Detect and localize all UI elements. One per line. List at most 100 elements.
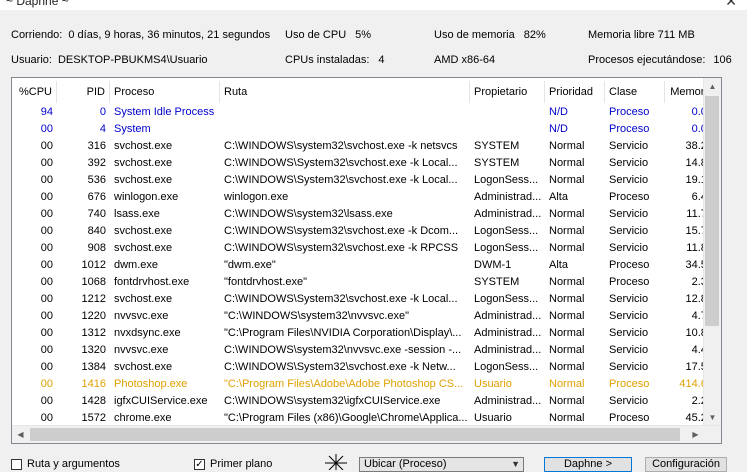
table-row[interactable]: 00 1212 svchost.exe C:\WINDOWS\System32\svc… [12, 291, 713, 308]
cell-cpu: 00 [40, 157, 53, 169]
cell-priority: Normal [549, 344, 585, 356]
cell-owner: LogonSess... [474, 293, 539, 305]
process-list-header: %CPU PID Proceso Ruta Propietario Priori… [12, 81, 713, 103]
cell-class: Proceso [609, 191, 650, 203]
topmost-checkbox[interactable]: ✓ [194, 459, 205, 470]
cell-process: System [114, 123, 151, 135]
table-row[interactable]: 004SystemN/DProceso0.00 [12, 121, 713, 138]
cell-process: svchost.exe [114, 157, 173, 169]
table-row[interactable]: 00 1220 nvvsvc.exe "C:\WINDOWS\system32\nvv… [12, 308, 713, 325]
cell-path: C:\WINDOWS\System32\svchost.exe -k Netw.… [224, 361, 456, 373]
table-row[interactable]: 00 1384 svchost.exe C:\WINDOWS\System32\svc… [12, 359, 713, 376]
column-header-priority[interactable]: Prioridad [545, 81, 605, 103]
processes-value: 106 [713, 54, 732, 66]
cell-process: System Idle Process [114, 106, 215, 118]
cell-class: Servicio [609, 208, 649, 220]
cell-process: svchost.exe [114, 242, 173, 254]
user-value: DESKTOP-PBUKMS4\Usuario [57, 54, 208, 66]
cell-path: C:\WINDOWS\system32\svchost.exe -k RPCSS [224, 242, 459, 254]
cell-class: Servicio [609, 140, 649, 152]
table-row[interactable]: 00 316 svchost.exe C:\WINDOWS\system32\svch… [12, 138, 713, 155]
scroll-up-icon[interactable]: ▲ [704, 78, 721, 95]
column-header-cpu[interactable]: %CPU [12, 81, 57, 103]
cell-class: Servicio [609, 174, 649, 186]
cell-path: C:\WINDOWS\system32\svchost.exe -k Dcom.… [224, 225, 459, 237]
cell-owner: Usuario [474, 378, 512, 390]
table-row[interactable]: 00 1312 nvxdsync.exe "C:\Program Files\NVID… [12, 325, 713, 342]
scroll-right-icon[interactable]: ▶ [687, 426, 704, 443]
cell-cpu: 00 [40, 259, 53, 271]
column-header-path[interactable]: Ruta [220, 81, 470, 103]
cell-cpu: 00 [40, 242, 53, 254]
title-bar: ~ Daphne ~ ✕ [0, 0, 747, 10]
cell-cpu: 00 [40, 276, 53, 288]
cell-cpu: 00 [40, 225, 53, 237]
cell-path: "C:\WINDOWS\system32\nvvsvc.exe" [224, 310, 410, 322]
vertical-scrollbar[interactable]: ▲ ▼ [703, 78, 721, 426]
user-label: Usuario: [11, 54, 52, 66]
cell-priority: Normal [549, 208, 585, 220]
table-row[interactable]: 00 1012 dwm.exe "dwm.exe" DWM-1 Alta Proceso 34… [12, 257, 713, 274]
table-row[interactable]: 00 1320 nvvsvc.exe C:\WINDOWS\system32\nvvs… [12, 342, 713, 359]
cell-priority: Alta [549, 259, 568, 271]
memory-usage-info: Uso de memoria 82% [434, 29, 546, 41]
uptime-info: Corriendo: 0 días, 9 horas, 36 minutos, 2… [11, 29, 270, 41]
cell-path: "fontdrvhost.exe" [224, 276, 308, 288]
cell-path: C:\WINDOWS\System32\svchost.exe -k Local… [224, 174, 458, 186]
free-memory-info: Memoria libre 711 MB [588, 29, 695, 41]
vertical-scroll-thumb[interactable] [705, 96, 719, 326]
cell-process: svchost.exe [114, 293, 173, 305]
cell-class: Servicio [609, 327, 649, 339]
cell-owner: SYSTEM [474, 140, 520, 152]
cell-class: Servicio [609, 242, 649, 254]
architecture-info: AMD x86-64 [434, 54, 496, 66]
process-list[interactable]: %CPU PID Proceso Ruta Propietario Priori… [11, 77, 722, 444]
cell-cpu: 00 [40, 327, 53, 339]
close-icon[interactable]: ✕ [725, 0, 737, 10]
cell-path: C:\WINDOWS\system32\nvvsvc.exe -session … [224, 344, 462, 356]
cell-cpu: 00 [40, 208, 53, 220]
cell-class: Servicio [609, 310, 649, 322]
table-row[interactable]: 00 908 svchost.exe C:\WINDOWS\system32\svch… [12, 240, 713, 257]
table-row[interactable]: 00 1416 Photoshop.exe "C:\Program Files\Ado… [12, 376, 713, 393]
cell-pid: 1012 [81, 259, 106, 271]
memory-usage-label: Uso de memoria [434, 29, 515, 41]
cell-cpu: 00 [40, 361, 53, 373]
cell-cpu: 00 [40, 344, 53, 356]
cell-path: "dwm.exe" [224, 259, 276, 271]
table-row[interactable]: 00 1068 fontdrvhost.exe "fontdrvhost.exe" SY… [12, 274, 713, 291]
cell-cpu: 00 [40, 140, 53, 152]
cell-class: Servicio [609, 361, 649, 373]
cpu-usage-label: Uso de CPU [285, 29, 347, 41]
route-args-label: Ruta y argumentos [27, 458, 120, 470]
table-row[interactable]: 00 840 svchost.exe C:\WINDOWS\system32\svch… [12, 223, 713, 240]
cell-process: svchost.exe [114, 361, 173, 373]
horizontal-scroll-thumb[interactable] [30, 428, 680, 441]
column-header-owner[interactable]: Propietario [470, 81, 545, 103]
route-args-checkbox[interactable] [11, 459, 22, 470]
cell-path: "C:\Program Files\Adobe\Adobe Photoshop … [224, 378, 464, 390]
cell-owner: SYSTEM [474, 157, 520, 169]
cell-path: C:\WINDOWS\System32\svchost.exe -k Local… [224, 293, 458, 305]
table-row[interactable]: 00 740 lsass.exe C:\WINDOWS\system32\lsass.… [12, 206, 713, 223]
locate-mode-value: Ubicar (Proceso) [364, 458, 447, 470]
scroll-down-icon[interactable]: ▼ [704, 409, 721, 426]
table-row[interactable]: 940System Idle ProcessN/DProceso0.00 [12, 104, 713, 121]
table-row[interactable]: 00 536 svchost.exe C:\WINDOWS\System32\svch… [12, 172, 713, 189]
crosshair-icon[interactable] [325, 454, 347, 470]
column-header-pid[interactable]: PID [57, 81, 110, 103]
column-header-class[interactable]: Clase [605, 81, 665, 103]
scroll-left-icon[interactable]: ◀ [12, 426, 29, 443]
table-row[interactable]: 00 392 svchost.exe C:\WINDOWS\System32\svch… [12, 155, 713, 172]
table-row[interactable]: 00 1428 igfxCUIService.exe C:\WINDOWS\syste… [12, 393, 713, 410]
cpu-usage-info: Uso de CPU 5% [285, 29, 371, 41]
cpus-label: CPUs instaladas: [285, 54, 370, 66]
cell-class: Servicio [609, 225, 649, 237]
process-rows: 940System Idle ProcessN/DProceso0.00004S… [12, 104, 713, 427]
horizontal-scrollbar[interactable]: ◀ ▶ [12, 425, 721, 443]
column-header-process[interactable]: Proceso [110, 81, 220, 103]
cell-owner: Administrad... [474, 327, 542, 339]
processes-label: Procesos ejecutándose: [588, 54, 706, 66]
cell-pid: 1320 [81, 344, 106, 356]
table-row[interactable]: 00 676 winlogon.exe winlogon.exe Administrad… [12, 189, 713, 206]
